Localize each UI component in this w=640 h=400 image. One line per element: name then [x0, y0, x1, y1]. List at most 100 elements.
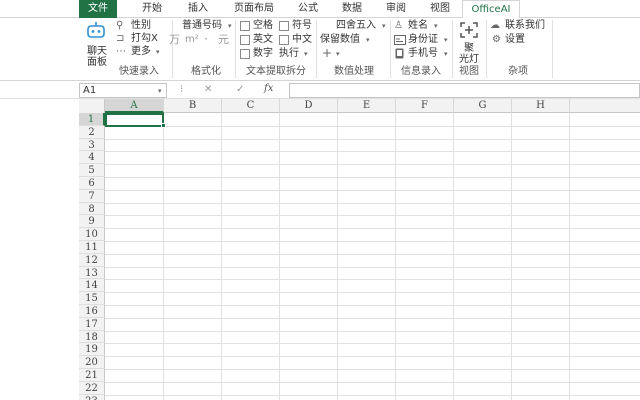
row-header[interactable]: 10	[79, 228, 105, 241]
column-header-b[interactable]: B	[164, 99, 222, 113]
row-header[interactable]: 1	[79, 113, 105, 126]
id-card-icon	[394, 35, 406, 45]
column-header-f[interactable]: F	[396, 99, 454, 113]
chevron-down-icon: ▾	[366, 36, 370, 44]
row-header[interactable]: 7	[79, 189, 105, 203]
row-header[interactable]: 21	[79, 369, 105, 382]
name-label: 姓名	[408, 20, 428, 31]
english-label: 英文	[253, 34, 273, 45]
add-dropdown[interactable]: + ▾	[322, 47, 344, 59]
insert-function-icon[interactable]: fx	[264, 83, 273, 95]
chinese-checkbox[interactable]	[279, 35, 289, 45]
select-all-corner[interactable]	[79, 99, 105, 113]
spotlight-label: 聚 光灯	[459, 43, 479, 65]
number-format-dropdown[interactable]: 普通号码 ▾	[182, 20, 238, 32]
group-label-text-extract: 文本提取拆分	[246, 66, 306, 77]
row-header[interactable]: 2	[79, 125, 105, 139]
contact-us-button[interactable]: ☁ 联系我们	[490, 20, 550, 32]
spotlight-button[interactable]: 聚 光灯	[456, 21, 482, 65]
row-header[interactable]: 17	[79, 317, 105, 331]
symbol-checkbox[interactable]	[279, 21, 289, 31]
group-separator	[172, 20, 173, 78]
name-dropdown[interactable]: ♙ 姓名 ▾	[394, 20, 444, 32]
tab-data[interactable]: 数据	[334, 0, 370, 18]
row-header[interactable]: 23	[79, 394, 105, 400]
column-header-h[interactable]: H	[512, 99, 570, 113]
execute-dropdown[interactable]: 执行 ▾	[279, 48, 313, 60]
row-header[interactable]: 9	[79, 215, 105, 229]
english-checkbox[interactable]	[240, 35, 250, 45]
formula-input[interactable]	[289, 83, 640, 98]
more-label: 更多	[131, 46, 151, 57]
tab-file[interactable]: 文件	[79, 0, 117, 18]
row-header[interactable]: 19	[79, 343, 105, 357]
chevron-down-icon: ▾	[434, 22, 438, 30]
tab-view[interactable]: 视图	[422, 0, 458, 18]
space-label: 空格	[253, 20, 273, 31]
checkbox-icon: ⊐	[116, 33, 125, 44]
row-header[interactable]: 12	[79, 253, 105, 267]
person-icon: ♙	[394, 20, 403, 31]
cancel-icon[interactable]: ✕	[204, 84, 212, 96]
group-label-view: 视图	[459, 66, 479, 77]
digit-checkbox[interactable]	[240, 49, 250, 59]
unit-dot-button[interactable]: ·	[204, 33, 208, 45]
column-header-c[interactable]: C	[222, 99, 280, 113]
active-cell-a1[interactable]	[105, 113, 164, 127]
row-header[interactable]: 16	[79, 305, 105, 318]
row-header[interactable]: 22	[79, 381, 105, 395]
id-card-dropdown[interactable]: 身份证 ▾	[394, 34, 450, 46]
row-header[interactable]: 15	[79, 292, 105, 305]
tab-insert[interactable]: 插入	[180, 0, 216, 18]
name-box[interactable]: A1	[79, 83, 167, 98]
chevron-down-icon: ▾	[156, 48, 160, 56]
cell-grid[interactable]	[105, 113, 640, 400]
gender-label: 性别	[131, 20, 151, 31]
formula-bar-drag-handle[interactable]: ⁝	[180, 84, 183, 96]
column-header-d[interactable]: D	[280, 99, 338, 113]
chevron-down-icon[interactable]: ▾	[158, 87, 162, 95]
execute-label: 执行	[279, 48, 299, 59]
phone-dropdown[interactable]: 手机号 ▾	[394, 48, 450, 60]
unit-wan-button[interactable]: 万	[169, 34, 180, 46]
column-header-g[interactable]: G	[454, 99, 512, 113]
space-checkbox[interactable]	[240, 21, 250, 31]
row-header[interactable]: 18	[79, 330, 105, 344]
group-separator	[452, 20, 453, 78]
settings-button[interactable]: ⚙ 设置	[492, 34, 532, 46]
column-header-a[interactable]: A	[105, 99, 164, 113]
ellipsis-icon: ⋯	[116, 46, 126, 57]
chevron-down-icon: ▾	[228, 22, 232, 30]
row-header[interactable]: 6	[79, 177, 105, 190]
group-label-misc: 杂项	[508, 66, 528, 77]
tab-page-layout[interactable]: 页面布局	[226, 0, 282, 18]
confirm-icon[interactable]: ✓	[236, 84, 244, 96]
row-header[interactable]: 4	[79, 151, 105, 165]
unit-yuan-button[interactable]: 元	[218, 34, 229, 46]
chat-panel-button[interactable]: 聊天 面板	[82, 22, 110, 68]
tab-officeai[interactable]: OfficeAI	[462, 0, 520, 19]
row-header[interactable]: 5	[79, 164, 105, 177]
row-header[interactable]: 8	[79, 202, 105, 216]
unit-area-button[interactable]: m²	[185, 34, 199, 46]
id-card-label: 身份证	[408, 34, 438, 45]
row-header[interactable]: 3	[79, 138, 105, 152]
settings-label: 设置	[505, 34, 525, 45]
more-button[interactable]: ⋯ 更多 ▾	[116, 46, 164, 58]
row-header[interactable]: 11	[79, 241, 105, 254]
row-header[interactable]: 14	[79, 279, 105, 293]
chat-bubble-icon: ☁	[490, 20, 500, 31]
row-header[interactable]: 13	[79, 266, 105, 280]
keep-value-label: 保留数值	[320, 34, 360, 45]
keep-value-dropdown[interactable]: 保留数值 ▾	[320, 34, 374, 46]
round-dropdown[interactable]: 四舍五入 ▾	[336, 20, 388, 32]
group-separator	[390, 20, 391, 78]
plus-icon: +	[322, 46, 333, 60]
tab-home[interactable]: 开始	[134, 0, 170, 18]
group-separator	[552, 20, 553, 78]
tab-review[interactable]: 审阅	[378, 0, 414, 18]
tab-formulas[interactable]: 公式	[290, 0, 326, 18]
row-header[interactable]: 20	[79, 356, 105, 369]
fill-handle[interactable]	[161, 123, 166, 128]
column-header-e[interactable]: E	[338, 99, 396, 113]
